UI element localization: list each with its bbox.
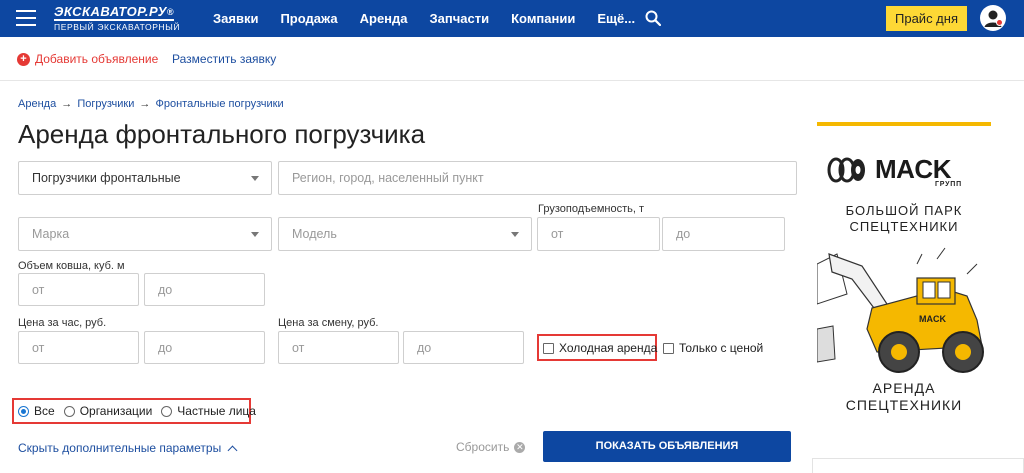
bucket-from-input[interactable]: от bbox=[18, 273, 139, 306]
hour-price-label: Цена за час, руб. bbox=[18, 317, 107, 329]
breadcrumb-loaders[interactable]: Погрузчики bbox=[77, 98, 134, 110]
chevron-down-icon bbox=[511, 232, 519, 237]
from-placeholder: от bbox=[32, 282, 45, 297]
loader-illustration: MACK bbox=[817, 247, 984, 373]
shift-price-from-input[interactable]: от bbox=[278, 331, 399, 364]
radio-organizations[interactable]: Организации bbox=[63, 404, 153, 418]
breadcrumb: Аренда → Погрузчики → Фронтальные погруз… bbox=[18, 98, 284, 110]
show-listings-button[interactable]: ПОКАЗАТЬ ОБЪЯВЛЕНИЯ bbox=[543, 431, 791, 462]
chevron-down-icon bbox=[251, 176, 259, 181]
radio-label: Частные лица bbox=[177, 404, 256, 418]
category-select[interactable]: Погрузчики фронтальные bbox=[18, 161, 272, 195]
search-icon[interactable] bbox=[645, 10, 661, 26]
region-placeholder: Регион, город, населенный пункт bbox=[292, 171, 484, 185]
radio-selected-icon bbox=[18, 405, 29, 417]
from-placeholder: от bbox=[292, 340, 305, 355]
post-request-link[interactable]: Разместить заявку bbox=[172, 52, 276, 66]
brand-select[interactable]: Марка bbox=[18, 217, 272, 251]
radio-label: Организации bbox=[79, 404, 153, 418]
to-placeholder: до bbox=[417, 340, 432, 355]
radio-private[interactable]: Частные лица bbox=[161, 404, 256, 418]
user-avatar[interactable] bbox=[980, 5, 1006, 31]
nav-sale[interactable]: Продажа bbox=[280, 11, 337, 26]
bucket-to-input[interactable]: до bbox=[144, 273, 265, 306]
user-icon bbox=[984, 10, 1003, 27]
plus-icon: + bbox=[17, 52, 30, 66]
nav-requests[interactable]: Заявки bbox=[213, 11, 258, 26]
brand-placeholder: Марка bbox=[32, 227, 70, 241]
logo-text: ЭКСКАВАТОР.РУ bbox=[54, 4, 167, 19]
chevron-down-icon bbox=[251, 232, 259, 237]
radio-icon bbox=[161, 405, 173, 417]
from-placeholder: от bbox=[32, 340, 45, 355]
menu-icon[interactable] bbox=[16, 10, 36, 26]
radio-all[interactable]: Все bbox=[18, 404, 55, 418]
breadcrumb-separator: → bbox=[139, 98, 151, 110]
model-placeholder: Модель bbox=[292, 227, 337, 241]
action-bar: + Добавить объявление Разместить заявку bbox=[0, 37, 1024, 81]
to-placeholder: до bbox=[158, 282, 173, 297]
capacity-to-input[interactable]: до bbox=[662, 217, 785, 251]
capacity-label: Грузоподъемность, т bbox=[538, 203, 645, 215]
price-of-day-button[interactable]: Прайс дня bbox=[886, 6, 967, 31]
shift-price-to-input[interactable]: до bbox=[403, 331, 524, 364]
bucket-volume-label: Объем ковша, куб. м bbox=[18, 260, 125, 272]
top-navbar: ЭКСКАВАТОР.РУ® ПЕРВЫЙ ЭКСКАВАТОРНЫЙ Заяв… bbox=[0, 0, 1024, 37]
radio-icon bbox=[63, 405, 75, 417]
capacity-from-input[interactable]: от bbox=[537, 217, 660, 251]
hide-params-label: Скрыть дополнительные параметры bbox=[18, 441, 222, 455]
chevron-up-icon bbox=[227, 445, 238, 455]
shift-price-label: Цена за смену, руб. bbox=[278, 317, 379, 329]
ad-brand-sub: ГРУПП bbox=[935, 181, 962, 188]
breadcrumb-front-loaders[interactable]: Фронтальные погрузчики bbox=[155, 98, 283, 110]
logo-tagline: ПЕРВЫЙ ЭКСКАВАТОРНЫЙ bbox=[54, 22, 181, 32]
ad-headline-1: БОЛЬШОЙ ПАРК bbox=[845, 203, 963, 218]
page-title: Аренда фронтального погрузчика bbox=[18, 119, 426, 149]
ad-footer-1: АРЕНДА bbox=[872, 380, 936, 396]
main-nav: Заявки Продажа Аренда Запчасти Компании … bbox=[213, 11, 657, 26]
site-logo[interactable]: ЭКСКАВАТОР.РУ® ПЕРВЫЙ ЭКСКАВАТОРНЫЙ bbox=[54, 3, 180, 32]
hide-params-link[interactable]: Скрыть дополнительные параметры bbox=[18, 441, 238, 455]
hour-price-to-input[interactable]: до bbox=[144, 331, 265, 364]
region-input[interactable]: Регион, город, населенный пункт bbox=[278, 161, 797, 195]
nav-rent[interactable]: Аренда bbox=[360, 11, 408, 26]
close-icon: ✕ bbox=[514, 441, 526, 453]
with-price-label: Только с ценой bbox=[679, 341, 764, 355]
ad-banner[interactable]: MACK ГРУПП БОЛЬШОЙ ПАРК СПЕЦТЕХНИКИ MACK… bbox=[817, 122, 991, 414]
from-placeholder: от bbox=[551, 227, 564, 241]
ad-footer-2: СПЕЦТЕХНИКИ bbox=[845, 397, 963, 413]
nav-companies[interactable]: Компании bbox=[511, 11, 575, 26]
ad-logo: MACK bbox=[827, 154, 952, 185]
checkbox-box bbox=[663, 342, 674, 354]
to-placeholder: до bbox=[158, 340, 173, 355]
reset-label: Сбросить bbox=[456, 440, 510, 454]
with-price-checkbox[interactable]: Только с ценой bbox=[663, 341, 763, 355]
model-select[interactable]: Модель bbox=[278, 217, 532, 251]
sidebar-widget bbox=[812, 458, 1024, 473]
to-placeholder: до bbox=[676, 227, 691, 241]
tire-icon bbox=[827, 157, 865, 182]
breadcrumb-separator: → bbox=[61, 98, 73, 110]
nav-more[interactable]: Ещё... bbox=[597, 11, 635, 26]
add-listing-link[interactable]: + Добавить объявление bbox=[17, 52, 158, 66]
cold-rent-checkbox[interactable]: Холодная аренда bbox=[543, 341, 657, 355]
radio-label: Все bbox=[34, 404, 55, 418]
ad-art-brand: MACK bbox=[919, 314, 946, 324]
breadcrumb-rent[interactable]: Аренда bbox=[18, 98, 56, 110]
hour-price-from-input[interactable]: от bbox=[18, 331, 139, 364]
ad-headline-2: СПЕЦТЕХНИКИ bbox=[849, 219, 959, 234]
seller-type-group: Все Организации Частные лица bbox=[18, 404, 265, 418]
nav-parts[interactable]: Запчасти bbox=[430, 11, 490, 26]
category-value: Погрузчики фронтальные bbox=[32, 171, 181, 185]
reset-link[interactable]: Сбросить ✕ bbox=[456, 440, 526, 454]
add-listing-label: Добавить объявление bbox=[35, 52, 159, 66]
cold-rent-label: Холодная аренда bbox=[559, 341, 658, 355]
logo-registered: ® bbox=[166, 7, 175, 17]
checkbox-box bbox=[543, 342, 554, 354]
